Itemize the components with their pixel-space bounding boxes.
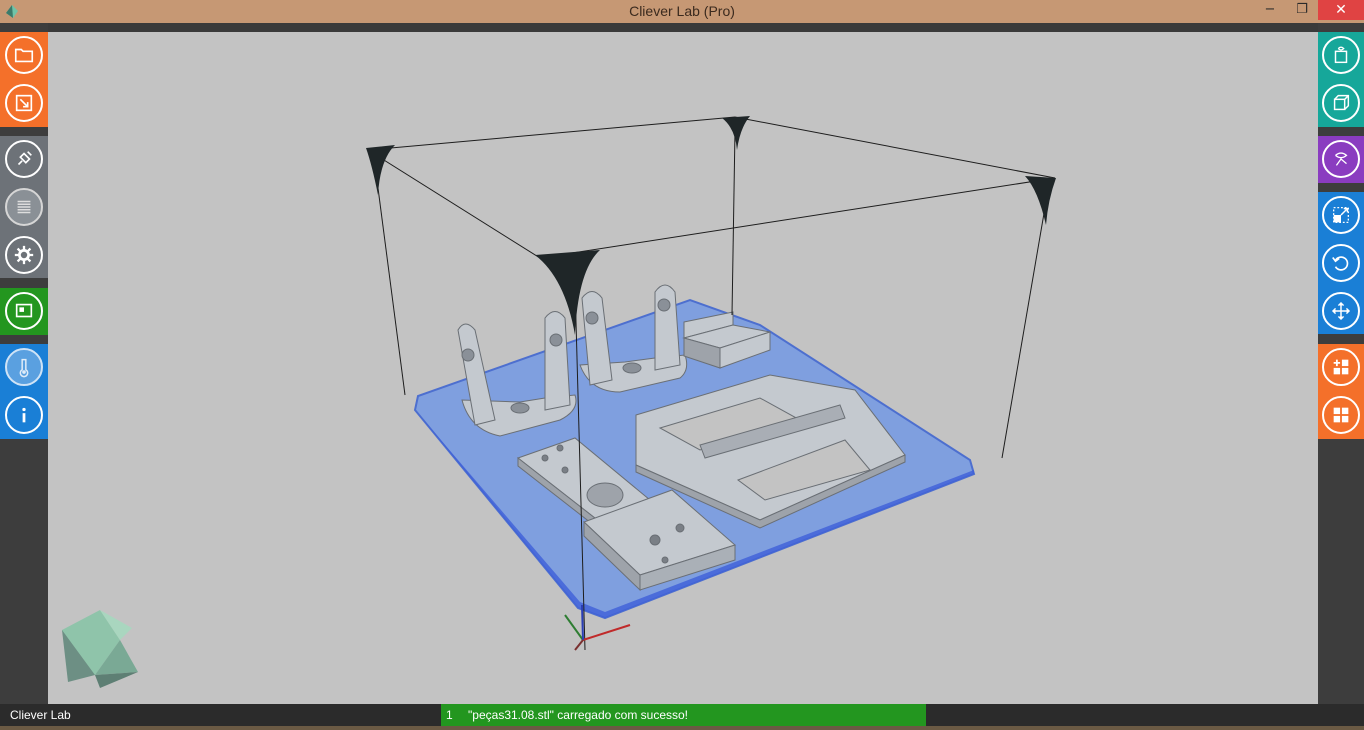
close-button[interactable]: ✕ (1318, 0, 1364, 20)
right-toolbar (1318, 23, 1364, 704)
view-front-button[interactable] (1322, 84, 1360, 122)
plug-icon (17, 151, 32, 166)
status-message-number: 1 (446, 708, 453, 722)
app-label: Cliever Lab (10, 708, 71, 722)
temperature-button[interactable] (5, 348, 43, 386)
left-toolbar (0, 23, 48, 704)
build-volume-corners (366, 116, 1056, 335)
window-title: Cliever Lab (Pro) (629, 3, 735, 19)
cube-icon (1333, 94, 1350, 111)
cliever-logo-icon (62, 610, 138, 688)
move-button[interactable] (1322, 292, 1360, 330)
rotate-icon (1332, 256, 1349, 271)
open-file-button[interactable] (5, 36, 43, 74)
settings-button[interactable] (5, 236, 43, 274)
eye-axes-icon (1335, 152, 1348, 166)
grid-arrange-icon (1333, 407, 1349, 423)
scale-icon (1333, 207, 1349, 223)
rotate-button[interactable] (1322, 244, 1360, 282)
move-icon (1331, 301, 1351, 321)
view-group (1318, 32, 1364, 127)
layers-icon (17, 200, 31, 214)
gear-icon (14, 245, 34, 265)
arrange-button[interactable] (1322, 396, 1360, 434)
minimize-button[interactable]: − (1256, 0, 1284, 20)
camera-group (1318, 136, 1364, 183)
machine-group (0, 136, 48, 278)
scene (62, 116, 1056, 688)
screen-icon (15, 303, 33, 318)
info-icon (22, 407, 26, 423)
scale-button[interactable] (1322, 196, 1360, 234)
cube-eye-icon (1334, 46, 1348, 64)
slice-button[interactable] (5, 188, 43, 226)
maximize-button[interactable]: ❐ (1288, 0, 1316, 20)
file-group (0, 32, 48, 127)
export-icon (15, 94, 33, 112)
transform-group (1318, 192, 1364, 334)
export-button[interactable] (5, 84, 43, 122)
3d-viewport[interactable] (48, 32, 1318, 704)
title-bar: Cliever Lab (Pro) − ❐ ✕ (0, 0, 1364, 23)
grid-add-icon (1333, 359, 1349, 375)
view-3d-button[interactable] (1322, 36, 1360, 74)
info-button[interactable] (5, 396, 43, 434)
status-message-text: "peças31.08.stl" carregado com sucesso! (468, 708, 688, 722)
info-group (0, 344, 48, 439)
print-group (0, 288, 48, 335)
thermometer-icon (19, 358, 29, 378)
desktop-strip (0, 726, 1364, 730)
connect-button[interactable] (5, 140, 43, 178)
copies-group (1318, 344, 1364, 439)
add-copies-button[interactable] (1322, 348, 1360, 386)
print-panel-button[interactable] (5, 292, 43, 330)
folder-icon (14, 48, 34, 63)
view-rotate-button[interactable] (1322, 140, 1360, 178)
